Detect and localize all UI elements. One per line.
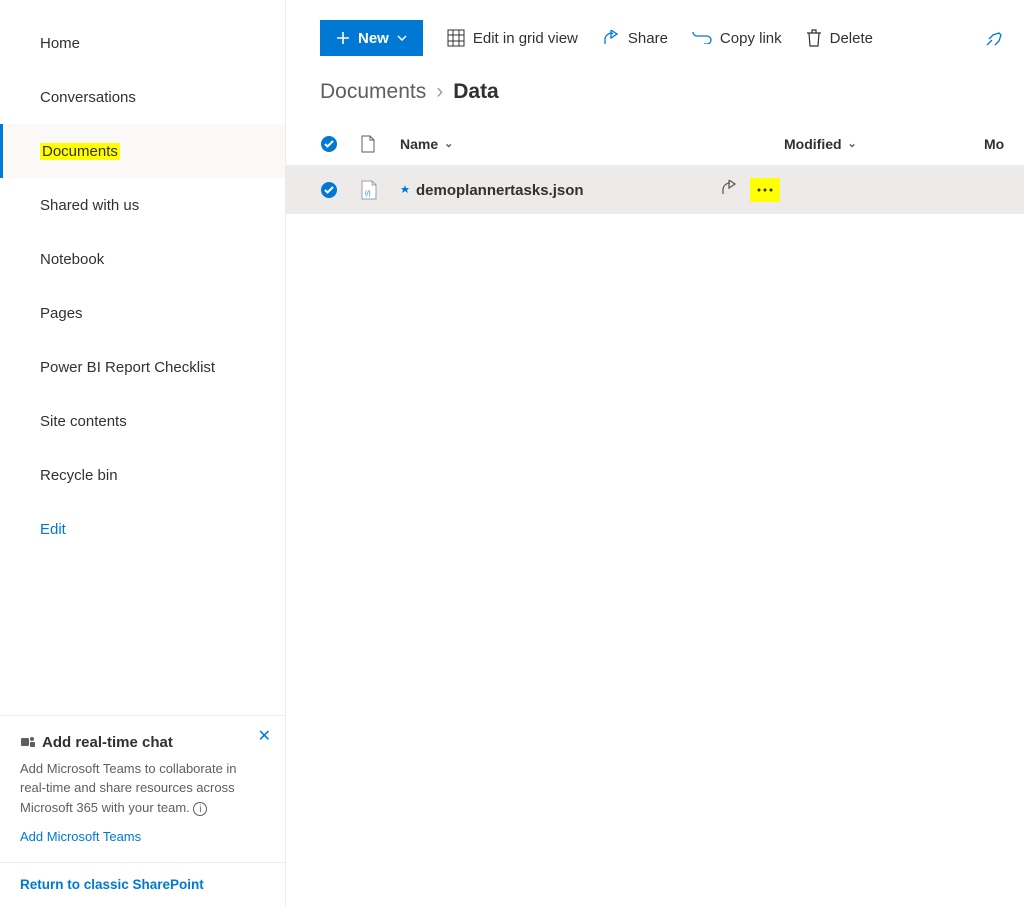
- breadcrumb: Documents › Data: [286, 76, 1024, 122]
- chevron-down-icon: ⌄: [848, 137, 857, 150]
- breadcrumb-current: Data: [453, 80, 499, 104]
- sidebar-item-label: Conversations: [40, 89, 136, 106]
- file-row[interactable]: {/} demoplannertasks.json: [286, 166, 1024, 214]
- row-actions: [720, 178, 780, 202]
- classic-sharepoint-link[interactable]: Return to classic SharePoint: [0, 862, 285, 906]
- copy-link-button[interactable]: Copy link: [692, 30, 782, 47]
- main-content: New Edit in grid view Share Copy link De…: [286, 0, 1024, 906]
- share-icon: [720, 180, 738, 196]
- chevron-down-icon: [397, 35, 407, 41]
- teams-icon: [20, 734, 36, 750]
- new-badge-icon: [400, 185, 410, 195]
- sidebar-item-label: Power BI Report Checklist: [40, 359, 215, 376]
- column-header-type[interactable]: [360, 135, 400, 153]
- teams-title-text: Add real-time chat: [42, 734, 173, 751]
- info-icon[interactable]: i: [193, 802, 207, 816]
- svg-text:{/}: {/}: [365, 191, 371, 197]
- breadcrumb-parent[interactable]: Documents: [320, 80, 426, 104]
- row-select-toggle[interactable]: [320, 181, 360, 199]
- sidebar-edit-label: Edit: [40, 521, 66, 538]
- column-header-row: Name ⌄ Modified ⌄ Mo: [286, 122, 1024, 166]
- pin-button[interactable]: [986, 28, 1004, 49]
- sidebar-item-label: Home: [40, 35, 80, 52]
- sidebar-item-sitecontents[interactable]: Site contents: [0, 394, 285, 448]
- plus-icon: [336, 31, 350, 45]
- add-teams-link[interactable]: Add Microsoft Teams: [20, 829, 265, 844]
- sidebar-item-notebook[interactable]: Notebook: [0, 232, 285, 286]
- file-name-cell[interactable]: demoplannertasks.json: [400, 182, 720, 199]
- delete-button[interactable]: Delete: [806, 29, 873, 47]
- chevron-down-icon: ⌄: [444, 137, 453, 150]
- teams-desc: Add Microsoft Teams to collaborate in re…: [20, 759, 265, 818]
- column-header-modified[interactable]: Modified ⌄: [784, 136, 984, 152]
- link-icon: [692, 32, 712, 44]
- chevron-right-icon: ›: [436, 80, 443, 104]
- close-icon[interactable]: ✕: [258, 726, 271, 746]
- sidebar-item-powerbi[interactable]: Power BI Report Checklist: [0, 340, 285, 394]
- sidebar-item-label: Site contents: [40, 413, 127, 430]
- column-header-name[interactable]: Name ⌄: [400, 136, 784, 152]
- pin-icon: [986, 28, 1004, 46]
- select-all-toggle[interactable]: [320, 135, 360, 153]
- trash-icon: [806, 29, 822, 47]
- more-horizontal-icon: [757, 188, 773, 192]
- row-more-button[interactable]: [750, 178, 780, 202]
- file-type-icon-cell: {/}: [360, 180, 400, 200]
- sidebar-nav: Home Conversations Documents Shared with…: [0, 0, 285, 715]
- sidebar-item-label: Shared with us: [40, 197, 139, 214]
- check-circle-icon: [320, 135, 338, 153]
- teams-card: ✕ Add real-time chat Add Microsoft Teams…: [0, 715, 285, 863]
- row-share-button[interactable]: [720, 180, 738, 200]
- sidebar: Home Conversations Documents Shared with…: [0, 0, 286, 906]
- share-icon: [602, 30, 620, 46]
- sidebar-item-recyclebin[interactable]: Recycle bin: [0, 448, 285, 502]
- sidebar-item-shared[interactable]: Shared with us: [0, 178, 285, 232]
- new-button[interactable]: New: [320, 20, 423, 56]
- toolbar: New Edit in grid view Share Copy link De…: [286, 0, 1024, 76]
- edit-grid-button[interactable]: Edit in grid view: [447, 29, 578, 47]
- sidebar-item-label: Documents: [40, 143, 120, 160]
- sidebar-item-label: Pages: [40, 305, 83, 322]
- grid-icon: [447, 29, 465, 47]
- file-icon: [360, 135, 376, 153]
- sidebar-item-home[interactable]: Home: [0, 16, 285, 70]
- check-circle-icon: [320, 181, 338, 199]
- sidebar-item-label: Recycle bin: [40, 467, 118, 484]
- teams-title: Add real-time chat: [20, 734, 265, 751]
- sidebar-edit-link[interactable]: Edit: [0, 502, 285, 556]
- share-button[interactable]: Share: [602, 30, 668, 47]
- sidebar-item-label: Notebook: [40, 251, 104, 268]
- sidebar-item-conversations[interactable]: Conversations: [0, 70, 285, 124]
- sidebar-item-pages[interactable]: Pages: [0, 286, 285, 340]
- sidebar-item-documents[interactable]: Documents: [0, 124, 285, 178]
- json-file-icon: {/}: [360, 180, 378, 200]
- column-header-modifiedby[interactable]: Mo: [984, 136, 1004, 152]
